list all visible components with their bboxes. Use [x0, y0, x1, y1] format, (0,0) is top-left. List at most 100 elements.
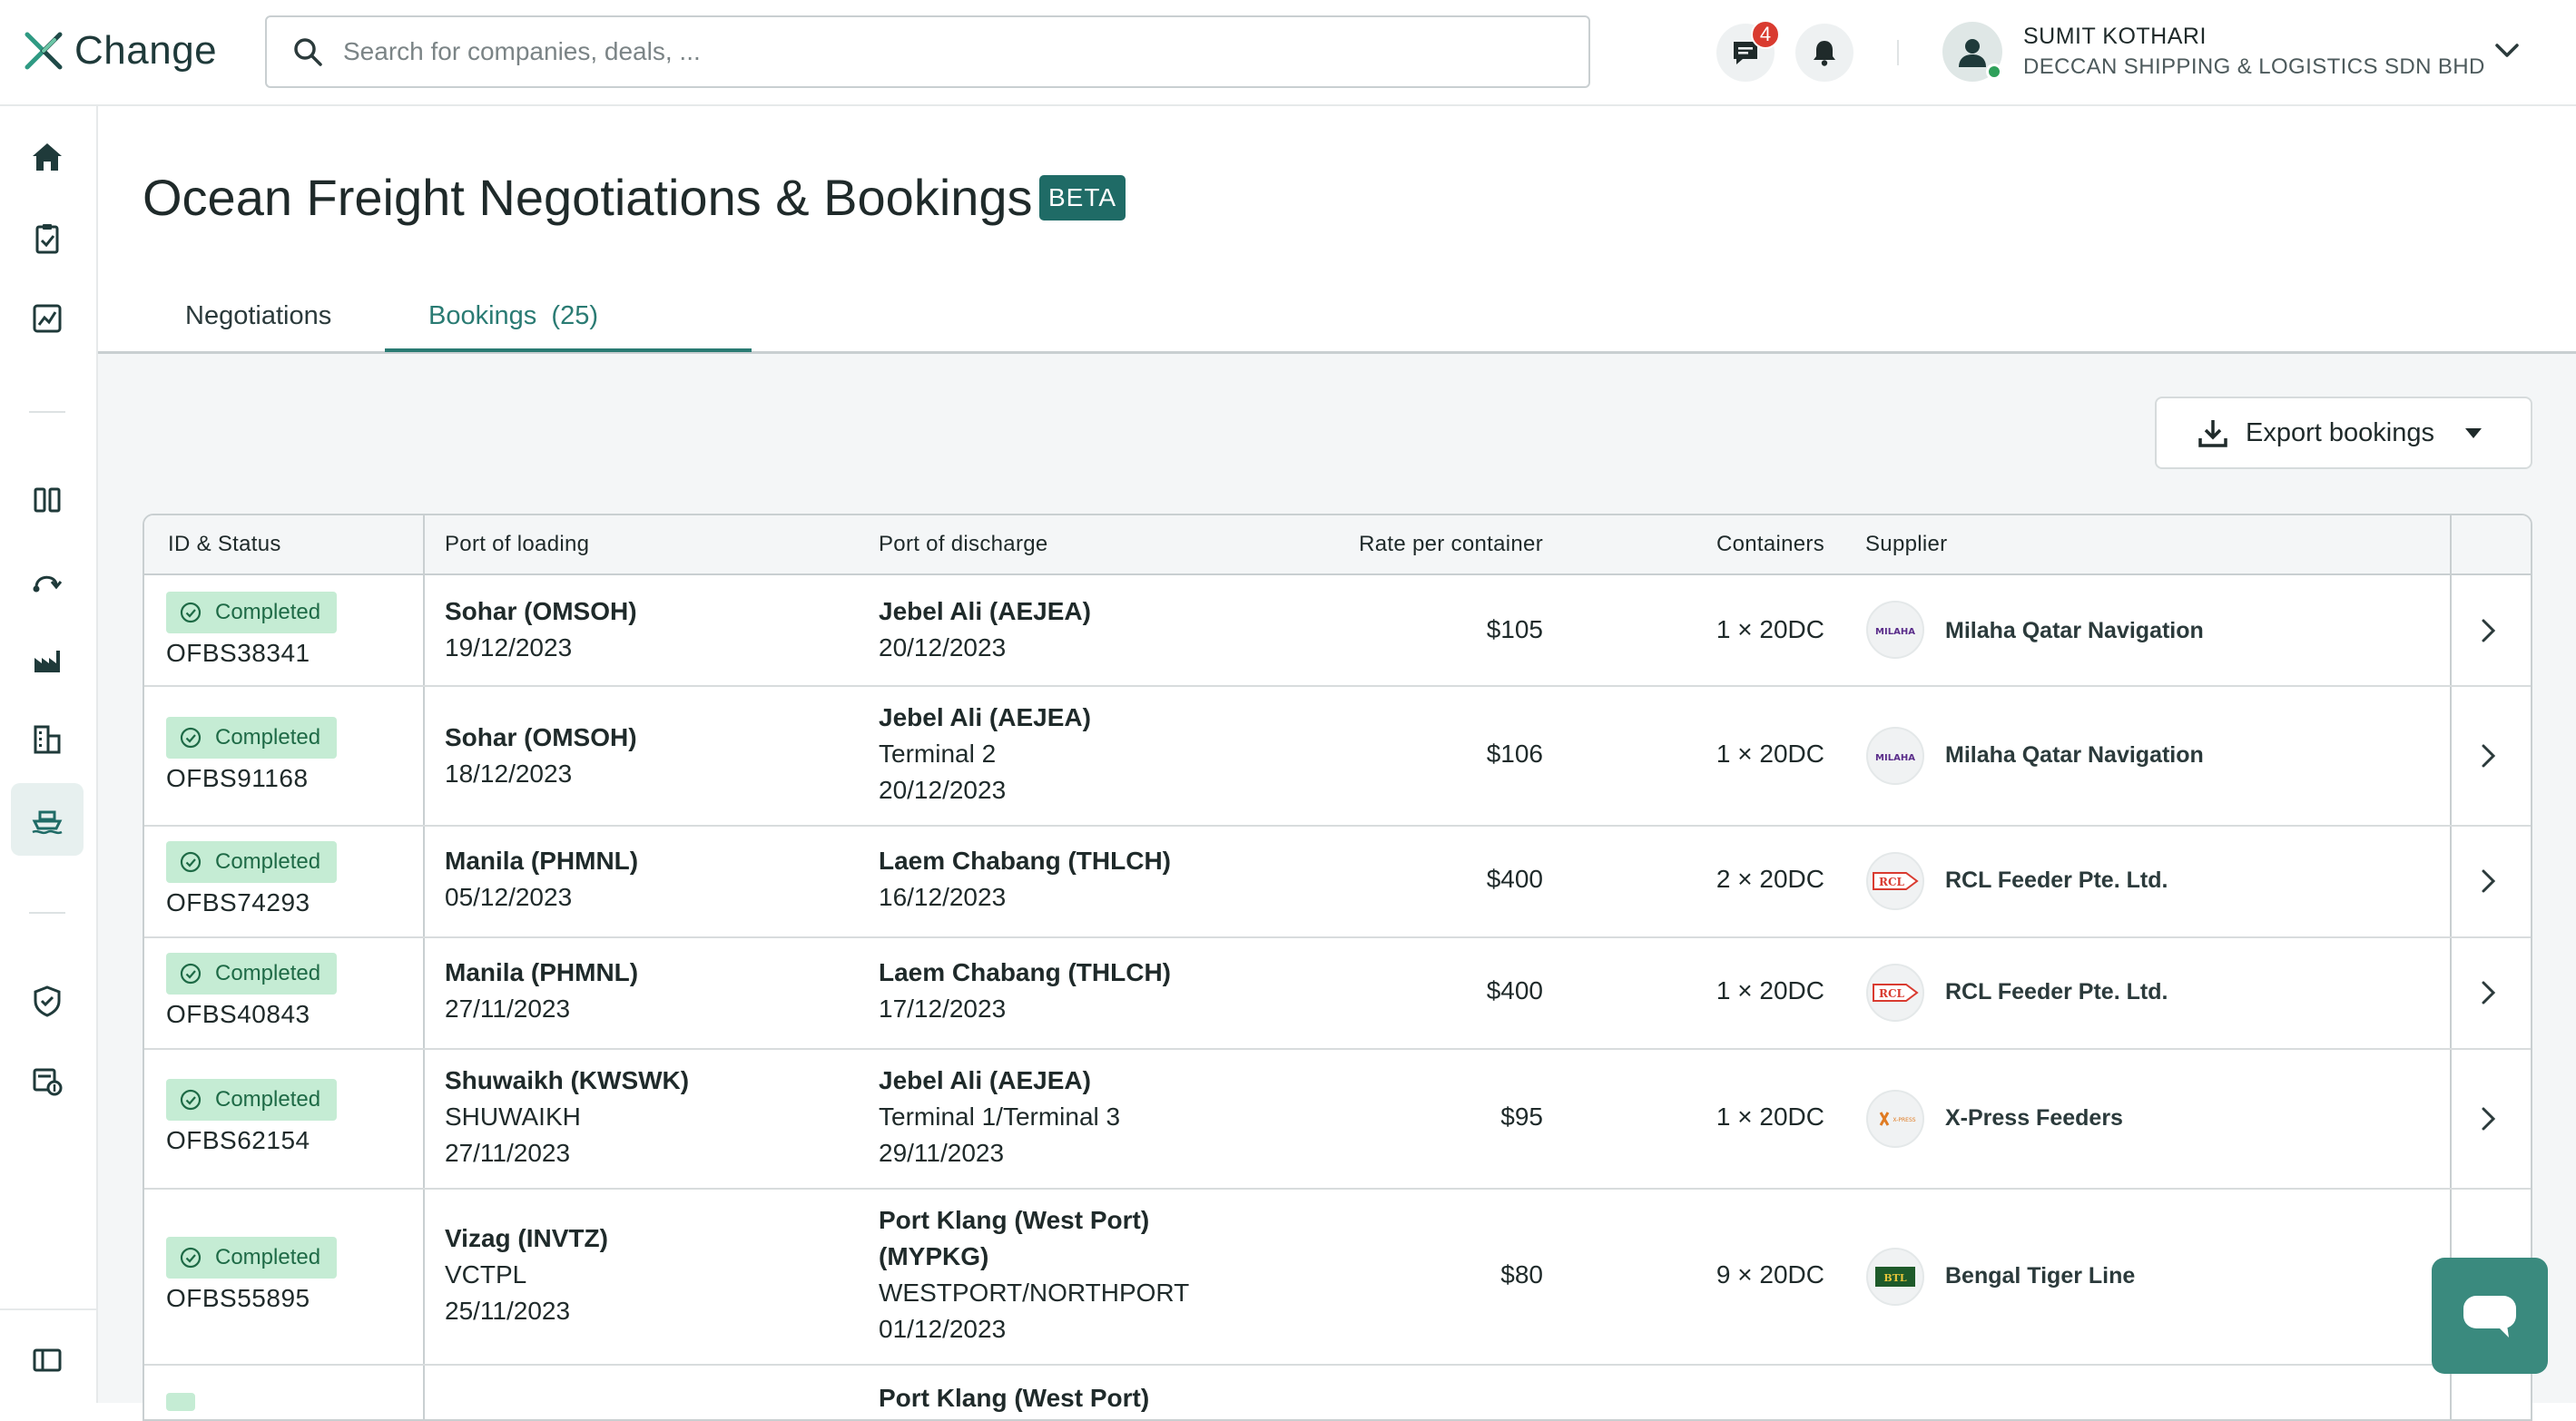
column-header-rate[interactable]: Rate per container — [1359, 532, 1543, 557]
sidebar-divider — [29, 912, 65, 914]
discharge-port: Laem Chabang (THLCH) — [879, 958, 1171, 986]
status-badge — [166, 1393, 195, 1411]
rate-per-container: $80 — [1500, 1260, 1543, 1289]
sidebar-item-analytics[interactable] — [11, 282, 84, 355]
containers: 1 × 20DC — [1716, 1102, 1824, 1131]
bengal-tiger-logo: BTL — [1875, 1267, 1915, 1287]
column-header-id-status[interactable]: ID & Status — [168, 532, 281, 557]
search-icon — [294, 38, 322, 66]
table-row[interactable]: Completed OFBS91168 Sohar (OMSOH) 18/12/… — [144, 687, 2531, 827]
column-header-containers[interactable]: Containers — [1716, 532, 1824, 557]
global-search[interactable] — [265, 15, 1590, 88]
supplier-name: RCL Feeder Pte. Ltd. — [1945, 979, 2168, 1004]
table-row[interactable]: Completed OFBS40843 Manila (PHMNL) 27/11… — [144, 938, 2531, 1050]
discharge-terminal: WESTPORT/NORTHPORT — [879, 1279, 1190, 1307]
rate-per-container: $400 — [1486, 865, 1543, 893]
discharge-date: 01/12/2023 — [879, 1315, 1007, 1343]
table-row[interactable]: Completed OFBS38341 Sohar (OMSOH) 19/12/… — [144, 575, 2531, 687]
columns-icon — [34, 487, 61, 513]
loading-date: 19/12/2023 — [445, 633, 573, 662]
table-row[interactable]: Port Klang (West Port) — [144, 1366, 2531, 1419]
loading-port: Sohar (OMSOH) — [445, 723, 637, 751]
supplier-logo: MILAHA — [1866, 601, 1924, 659]
export-bookings-button[interactable]: Export bookings — [2155, 397, 2532, 469]
home-icon — [33, 143, 62, 171]
supplier-name: Milaha Qatar Navigation — [1945, 618, 2204, 643]
messages-count-badge: 4 — [1751, 20, 1780, 49]
discharge-date: 17/12/2023 — [879, 995, 1007, 1023]
active-tab-indicator — [385, 348, 752, 352]
loading-port: Sohar (OMSOH) — [445, 597, 637, 625]
discharge-port-cell: Jebel Ali (AEJEA) Terminal 1/Terminal 3 … — [879, 1063, 1120, 1171]
chevron-right-icon[interactable] — [2473, 867, 2502, 896]
sidebar-item-board[interactable] — [11, 464, 84, 536]
containers: 1 × 20DC — [1716, 615, 1824, 643]
loading-date: 27/11/2023 — [445, 995, 571, 1023]
sidebar-collapse-button[interactable] — [11, 1324, 84, 1396]
table-row[interactable]: Completed OFBS55895 Vizag (INVTZ) VCTPL … — [144, 1190, 2531, 1366]
loading-terminal: VCTPL — [445, 1260, 527, 1289]
tab-bookings[interactable]: Bookings (25) — [428, 301, 598, 331]
booking-id: OFBS62154 — [166, 1126, 310, 1154]
sidebar-item-routes[interactable] — [11, 544, 84, 616]
sidebar-item-warehouse[interactable] — [11, 623, 84, 696]
discharge-terminal: Terminal 1/Terminal 3 — [879, 1102, 1121, 1131]
supplier-logo: RCL — [1866, 964, 1924, 1022]
table-header: ID & Status Port of loading Port of disc… — [144, 515, 2531, 575]
sidebar-item-buildings[interactable] — [11, 703, 84, 776]
status-badge: Completed — [166, 841, 338, 883]
discharge-port: Laem Chabang (THLCH) — [879, 847, 1171, 875]
supplier-logo: X-PRESS — [1866, 1090, 1924, 1148]
sidebar-item-ocean-freight[interactable] — [11, 783, 84, 856]
loading-port-cell: Shuwaikh (KWSWK) SHUWAIKH 27/11/2023 — [445, 1063, 689, 1171]
check-circle-icon — [180, 602, 202, 623]
chevron-right-icon[interactable] — [2473, 741, 2502, 770]
column-header-supplier[interactable]: Supplier — [1865, 532, 1947, 557]
status-label: Completed — [215, 961, 321, 985]
status-badge: Completed — [166, 592, 338, 633]
status-label: Completed — [215, 1245, 321, 1269]
beta-badge: BETA — [1039, 175, 1126, 220]
support-chat-button[interactable] — [2432, 1258, 2548, 1374]
loading-port-cell: Sohar (OMSOH) 19/12/2023 — [445, 593, 637, 666]
table-row[interactable]: Completed OFBS62154 Shuwaikh (KWSWK) SHU… — [144, 1050, 2531, 1190]
app-logo[interactable]: Change — [24, 24, 217, 78]
table-row[interactable]: Completed OFBS74293 Manila (PHMNL) 05/12… — [144, 827, 2531, 938]
milaha-logo: MILAHA — [1875, 753, 1915, 763]
status-badge: Completed — [166, 717, 338, 759]
column-header-port-of-loading[interactable]: Port of loading — [445, 532, 589, 557]
sidebar-item-billing[interactable] — [11, 1044, 84, 1117]
supplier-logo: BTL — [1866, 1248, 1924, 1306]
chart-board-icon — [33, 304, 62, 333]
loading-port-cell: Manila (PHMNL) 05/12/2023 — [445, 843, 638, 916]
user-avatar[interactable] — [1942, 22, 2002, 82]
booking-id: OFBS38341 — [166, 639, 310, 667]
chevron-right-icon[interactable] — [2473, 616, 2502, 645]
chevron-right-icon[interactable] — [2473, 1104, 2502, 1133]
svg-text:X-PRESS: X-PRESS — [1893, 1117, 1915, 1123]
column-header-port-of-discharge[interactable]: Port of discharge — [879, 532, 1048, 557]
messages-button[interactable]: 4 — [1716, 20, 1780, 82]
sidebar-item-compliance[interactable] — [11, 965, 84, 1037]
user-icon — [1959, 39, 1986, 67]
search-input[interactable] — [343, 37, 1523, 66]
sidebar-item-home[interactable] — [11, 121, 84, 193]
page-title: Ocean Freight Negotiations & Bookings — [143, 169, 1033, 226]
loading-port: Manila (PHMNL) — [445, 958, 639, 986]
discharge-date: 20/12/2023 — [879, 633, 1007, 662]
online-status-dot — [1986, 64, 2002, 80]
chevron-down-icon[interactable] — [2491, 34, 2523, 67]
check-circle-icon — [180, 1247, 202, 1269]
shield-check-icon — [34, 985, 61, 1017]
tab-negotiations[interactable]: Negotiations — [185, 301, 331, 331]
sidebar-item-tasks[interactable] — [11, 202, 84, 275]
discharge-port-cell: Laem Chabang (THLCH) 16/12/2023 — [879, 843, 1171, 916]
loading-port: Shuwaikh (KWSWK) — [445, 1066, 690, 1094]
app-name: Change — [74, 28, 218, 73]
booking-id: OFBS55895 — [166, 1284, 310, 1312]
loading-port-cell: Manila (PHMNL) 27/11/2023 — [445, 955, 638, 1027]
chevron-right-icon[interactable] — [2473, 978, 2502, 1007]
discharge-port: Jebel Ali (AEJEA) — [879, 703, 1091, 731]
route-icon — [33, 575, 63, 593]
notifications-button[interactable] — [1795, 24, 1853, 82]
